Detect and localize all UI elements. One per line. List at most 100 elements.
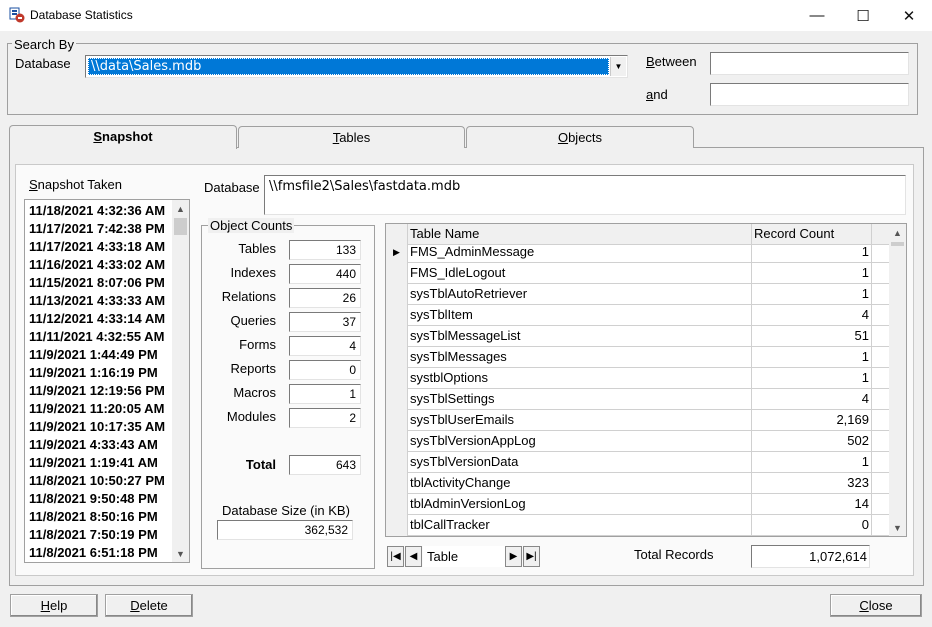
row-selector[interactable] <box>386 410 408 431</box>
row-selector[interactable] <box>386 431 408 452</box>
tab-snapshot[interactable]: Snapshot <box>9 125 237 149</box>
table-name-cell[interactable]: sysTblVersionData <box>408 452 752 473</box>
last-record-button[interactable]: ▶| <box>523 546 540 567</box>
tab-tables[interactable]: Tables <box>238 126 465 148</box>
table-grid[interactable]: Table Name Record Count ▶ FMS_AdminMessag… <box>385 223 907 537</box>
record-count-cell[interactable]: 502 <box>752 431 872 452</box>
record-count-cell[interactable]: 323 <box>752 473 872 494</box>
snapshot-list-item[interactable]: 11/16/2021 4:33:02 AM <box>25 256 173 274</box>
row-selector[interactable] <box>386 263 408 284</box>
total-records-field[interactable]: 1,072,614 <box>751 545 870 568</box>
record-count-cell[interactable]: 1 <box>752 368 872 389</box>
row-selector[interactable] <box>386 452 408 473</box>
snapshot-list[interactable]: 11/18/2021 4:32:36 AM 11/17/2021 7:42:38 … <box>24 199 190 563</box>
record-count-cell[interactable]: 14 <box>752 494 872 515</box>
row-selector[interactable] <box>386 368 408 389</box>
snapshot-list-item[interactable]: 11/11/2021 4:32:55 AM <box>25 328 173 346</box>
maximize-button[interactable]: ☐ <box>840 0 886 31</box>
row-selector[interactable] <box>386 284 408 305</box>
tab-objects[interactable]: Objects <box>466 126 694 148</box>
snapshot-list-item[interactable]: 11/12/2021 4:33:14 AM <box>25 310 173 328</box>
table-name-cell[interactable]: tblActivityChange <box>408 473 752 494</box>
snapshot-list-item[interactable]: 11/9/2021 1:16:19 PM <box>25 364 173 382</box>
snapshot-list-item[interactable]: 11/8/2021 8:50:16 PM <box>25 508 173 526</box>
table-name-cell[interactable]: sysTblAutoRetriever <box>408 284 752 305</box>
row-selector[interactable] <box>386 326 408 347</box>
snapshot-list-item[interactable]: 11/17/2021 7:42:38 PM <box>25 220 173 238</box>
record-count-cell[interactable]: 2,169 <box>752 410 872 431</box>
and-date-input[interactable] <box>710 83 909 106</box>
record-count-cell[interactable]: 0 <box>752 515 872 536</box>
grid-scrollbar[interactable]: ▲ ▼ <box>889 224 906 536</box>
snapshot-list-item[interactable]: 11/9/2021 1:44:49 PM <box>25 346 173 364</box>
table-row[interactable]: sysTblMessageList 51 <box>386 326 890 347</box>
snapshot-list-item[interactable]: 11/9/2021 10:17:35 AM <box>25 418 173 436</box>
snapshot-list-item[interactable]: 11/15/2021 8:07:06 PM <box>25 274 173 292</box>
table-row[interactable]: tblActivityChange 323 <box>386 473 890 494</box>
next-record-button[interactable]: ▶ <box>505 546 522 567</box>
table-row[interactable]: sysTblVersionData 1 <box>386 452 890 473</box>
close-window-button[interactable]: ✕ <box>886 0 932 31</box>
row-selector[interactable] <box>386 494 408 515</box>
table-name-cell[interactable]: systblOptions <box>408 368 752 389</box>
scroll-up-icon[interactable]: ▲ <box>172 200 189 217</box>
record-count-cell[interactable]: 1 <box>752 284 872 305</box>
scroll-thumb[interactable] <box>174 218 187 235</box>
snapshot-list-item[interactable]: 11/8/2021 7:50:19 PM <box>25 526 173 544</box>
table-row[interactable]: sysTblUserEmails 2,169 <box>386 410 890 431</box>
database-path-field[interactable]: \\fmsfile2\Sales\fastdata.mdb <box>264 175 906 215</box>
object-count-field[interactable]: 26 <box>289 288 361 308</box>
snapshot-list-item[interactable]: 11/9/2021 4:33:43 AM <box>25 436 173 454</box>
table-name-cell[interactable]: FMS_AdminMessage <box>408 242 752 263</box>
close-button[interactable]: Close <box>830 594 922 617</box>
record-name-field[interactable]: Table <box>423 546 505 567</box>
row-selector[interactable] <box>386 347 408 368</box>
minimize-button[interactable]: — <box>794 0 840 31</box>
table-name-cell[interactable]: sysTblMessages <box>408 347 752 368</box>
table-name-cell[interactable]: sysTblItem <box>408 305 752 326</box>
table-row[interactable]: sysTblMessages 1 <box>386 347 890 368</box>
scroll-thumb[interactable] <box>891 242 904 246</box>
record-count-cell[interactable]: 4 <box>752 389 872 410</box>
scroll-down-icon[interactable]: ▼ <box>172 545 189 562</box>
record-count-cell[interactable]: 51 <box>752 326 872 347</box>
object-count-field[interactable]: 0 <box>289 360 361 380</box>
between-date-input[interactable] <box>710 52 909 75</box>
snapshot-list-item[interactable]: 11/9/2021 1:19:41 AM <box>25 454 173 472</box>
record-count-cell[interactable]: 1 <box>752 452 872 473</box>
table-name-cell[interactable]: sysTblVersionAppLog <box>408 431 752 452</box>
table-row[interactable]: sysTblAutoRetriever 1 <box>386 284 890 305</box>
table-row[interactable]: tblCallTracker 0 <box>386 515 890 536</box>
row-selector[interactable] <box>386 389 408 410</box>
first-record-button[interactable]: |◀ <box>387 546 404 567</box>
scroll-down-icon[interactable]: ▼ <box>889 519 906 536</box>
table-row[interactable]: tblAdminVersionLog 14 <box>386 494 890 515</box>
snapshot-list-item[interactable]: 11/18/2021 4:32:36 AM <box>25 202 173 220</box>
previous-record-button[interactable]: ◀ <box>405 546 422 567</box>
database-size-field[interactable]: 362,532 <box>217 520 353 540</box>
object-count-field[interactable]: 133 <box>289 240 361 260</box>
snapshot-list-item[interactable]: 11/9/2021 11:20:05 AM <box>25 400 173 418</box>
row-selector[interactable] <box>386 515 408 536</box>
delete-button[interactable]: Delete <box>105 594 193 617</box>
snapshot-list-item[interactable]: 11/9/2021 12:19:56 PM <box>25 382 173 400</box>
snapshot-list-item[interactable]: 11/17/2021 4:33:18 AM <box>25 238 173 256</box>
table-name-cell[interactable]: tblCallTracker <box>408 515 752 536</box>
snapshot-list-item[interactable]: 11/8/2021 6:51:18 PM <box>25 544 173 562</box>
table-name-cell[interactable]: sysTblUserEmails <box>408 410 752 431</box>
row-selector[interactable]: ▶ <box>386 242 408 263</box>
object-count-field[interactable]: 37 <box>289 312 361 332</box>
dropdown-arrow-icon[interactable]: ▼ <box>610 57 626 76</box>
record-count-cell[interactable]: 1 <box>752 263 872 284</box>
total-field[interactable]: 643 <box>289 455 361 475</box>
record-count-cell[interactable]: 4 <box>752 305 872 326</box>
table-row[interactable]: sysTblVersionAppLog 502 <box>386 431 890 452</box>
record-count-cell[interactable]: 1 <box>752 242 872 263</box>
row-selector[interactable] <box>386 473 408 494</box>
table-row[interactable]: systblOptions 1 <box>386 368 890 389</box>
table-name-cell[interactable]: sysTblMessageList <box>408 326 752 347</box>
table-name-cell[interactable]: FMS_IdleLogout <box>408 263 752 284</box>
snapshot-scrollbar[interactable]: ▲ ▼ <box>172 200 189 562</box>
table-name-cell[interactable]: sysTblSettings <box>408 389 752 410</box>
table-row[interactable]: sysTblItem 4 <box>386 305 890 326</box>
